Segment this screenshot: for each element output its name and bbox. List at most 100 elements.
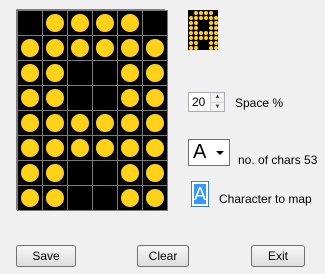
preview-dot	[213, 20, 218, 25]
grid-cell[interactable]	[118, 11, 142, 35]
preview-dot	[203, 10, 208, 15]
grid-cell[interactable]	[18, 11, 42, 35]
grid-cell[interactable]	[93, 86, 117, 110]
space-percent-spinner[interactable]: 20 ▲ ▼	[188, 92, 225, 112]
grid-cell[interactable]	[18, 111, 42, 135]
grid-cell[interactable]	[43, 36, 67, 60]
preview-dot	[213, 35, 218, 40]
space-percent-value[interactable]: 20	[189, 93, 210, 111]
charset-dropdown[interactable]: A	[188, 139, 230, 166]
grid-cell[interactable]	[43, 111, 67, 135]
preview-dot	[208, 45, 213, 50]
grid-cell[interactable]	[93, 186, 117, 210]
grid-cell[interactable]	[18, 161, 42, 185]
grid-cell[interactable]	[43, 186, 67, 210]
led-dot	[46, 39, 64, 57]
preview-dot	[188, 20, 193, 25]
led-dot	[21, 39, 39, 57]
grid-cell[interactable]	[143, 186, 167, 210]
grid-cell[interactable]	[68, 136, 92, 160]
grid-cell[interactable]	[93, 136, 117, 160]
dot-grid[interactable]	[17, 10, 168, 211]
dot-matrix-editor[interactable]	[16, 9, 168, 211]
led-dot	[121, 189, 139, 207]
grid-cell[interactable]	[118, 36, 142, 60]
preview-dot	[198, 10, 203, 15]
grid-cell[interactable]	[68, 111, 92, 135]
led-dot	[96, 139, 114, 157]
grid-cell[interactable]	[143, 11, 167, 35]
led-dot	[46, 89, 64, 107]
grid-cell[interactable]	[93, 111, 117, 135]
exit-button[interactable]: Exit	[251, 245, 305, 267]
chevron-down-icon[interactable]	[216, 151, 224, 155]
grid-cell[interactable]	[118, 136, 142, 160]
grid-cell[interactable]	[18, 186, 42, 210]
spin-down-icon[interactable]: ▼	[211, 101, 224, 111]
led-dot	[96, 114, 114, 132]
led-dot	[146, 189, 164, 207]
grid-cell[interactable]	[93, 36, 117, 60]
grid-cell[interactable]	[143, 36, 167, 60]
grid-cell[interactable]	[93, 161, 117, 185]
led-dot	[71, 14, 89, 32]
grid-cell[interactable]	[68, 161, 92, 185]
grid-cell[interactable]	[93, 11, 117, 35]
preview-dot	[193, 30, 198, 35]
grid-cell[interactable]	[68, 11, 92, 35]
preview-dot	[198, 30, 203, 35]
grid-cell[interactable]	[118, 161, 142, 185]
grid-cell[interactable]	[143, 61, 167, 85]
clear-button[interactable]: Clear	[137, 245, 189, 267]
preview-dot	[208, 15, 213, 20]
preview-dot	[188, 40, 193, 45]
led-dot	[96, 14, 114, 32]
preview-cell	[213, 45, 218, 50]
grid-cell[interactable]	[43, 86, 67, 110]
grid-cell[interactable]	[68, 86, 92, 110]
character-preview	[188, 10, 218, 50]
grid-cell[interactable]	[18, 136, 42, 160]
preview-dot	[213, 45, 218, 50]
grid-cell[interactable]	[43, 11, 67, 35]
grid-cell[interactable]	[143, 86, 167, 110]
spin-up-icon[interactable]: ▲	[211, 93, 224, 102]
led-dot	[96, 39, 114, 57]
grid-cell[interactable]	[143, 111, 167, 135]
grid-cell[interactable]	[118, 186, 142, 210]
led-dot	[21, 164, 39, 182]
preview-dot	[213, 25, 218, 30]
grid-cell[interactable]	[68, 186, 92, 210]
led-dot	[121, 39, 139, 57]
grid-cell[interactable]	[68, 36, 92, 60]
grid-cell[interactable]	[18, 86, 42, 110]
preview-dot	[193, 20, 198, 25]
preview-dot	[213, 15, 218, 20]
grid-cell[interactable]	[43, 161, 67, 185]
grid-cell[interactable]	[118, 111, 142, 135]
save-button[interactable]: Save	[16, 245, 76, 267]
grid-cell[interactable]	[18, 36, 42, 60]
led-dot	[121, 89, 139, 107]
led-dot	[21, 139, 39, 157]
preview-dot	[208, 35, 213, 40]
grid-cell[interactable]	[118, 86, 142, 110]
preview-dot	[193, 40, 198, 45]
preview-dot	[193, 25, 198, 30]
grid-cell[interactable]	[118, 61, 142, 85]
grid-cell[interactable]	[43, 61, 67, 85]
led-dot	[46, 164, 64, 182]
preview-dot	[188, 25, 193, 30]
preview-dot	[188, 30, 193, 35]
led-dot	[21, 114, 39, 132]
grid-cell[interactable]	[68, 61, 92, 85]
grid-cell[interactable]	[143, 161, 167, 185]
grid-cell[interactable]	[43, 136, 67, 160]
grid-cell[interactable]	[18, 61, 42, 85]
preview-dot	[208, 30, 213, 35]
grid-cell[interactable]	[143, 136, 167, 160]
character-input[interactable]: A	[191, 181, 209, 207]
grid-cell[interactable]	[93, 61, 117, 85]
charset-selected-value: A	[193, 141, 207, 163]
led-dot	[146, 139, 164, 157]
